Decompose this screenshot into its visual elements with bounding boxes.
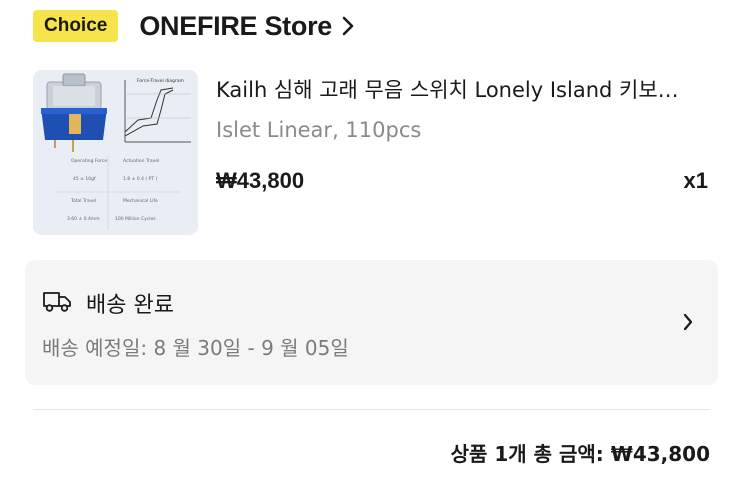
- product-thumbnail[interactable]: Force-Travel diagram Operating Force 45 …: [33, 70, 198, 235]
- mechanical-life-label: Mechanical Life: [123, 198, 158, 204]
- delivery-status: 배송 완료: [86, 293, 174, 318]
- order-total: 상품 1개 총 금액: ₩43,800: [450, 442, 710, 466]
- mechanical-life-value: 100 Million Cycles: [115, 216, 156, 222]
- divider: [33, 409, 710, 410]
- product-quantity: x1: [683, 168, 708, 193]
- order-item-page: Choice ONEFIRE Store Force-Travel diagra…: [0, 0, 743, 480]
- operating-force-value: 45 ± 10gf: [73, 176, 96, 182]
- operating-force-label: Operating Force: [71, 158, 107, 164]
- product-title[interactable]: Kailh 심해 고래 무음 스위치 Lonely Island 키보…: [216, 74, 711, 104]
- store-header[interactable]: Choice ONEFIRE Store: [33, 8, 355, 44]
- chevron-right-icon[interactable]: [682, 312, 694, 336]
- actuation-travel-value: 1.8 ± 0.4 ( PT ): [123, 176, 157, 182]
- delivery-status-row: 배송 완료: [42, 287, 174, 319]
- total-travel-value: 3.60 ± 0.4mm: [67, 216, 100, 222]
- total-travel-label: Total Travel: [70, 198, 96, 204]
- product-variant: Islet Linear, 110pcs: [216, 118, 422, 142]
- actuation-travel-label: Actuation Travel: [123, 158, 159, 164]
- store-name[interactable]: ONEFIRE Store: [139, 11, 332, 42]
- delivery-status-card[interactable]: 배송 완료 배송 예정일: 8 월 30일 - 9 월 05일: [25, 260, 718, 385]
- delivery-estimate: 배송 예정일: 8 월 30일 - 9 월 05일: [42, 336, 349, 360]
- choice-badge: Choice: [33, 10, 119, 42]
- diagram-title: Force-Travel diagram: [137, 78, 184, 84]
- chevron-right-icon[interactable]: [341, 15, 355, 37]
- product-price: ₩43,800: [216, 168, 305, 193]
- delivery-truck-icon: [42, 289, 72, 317]
